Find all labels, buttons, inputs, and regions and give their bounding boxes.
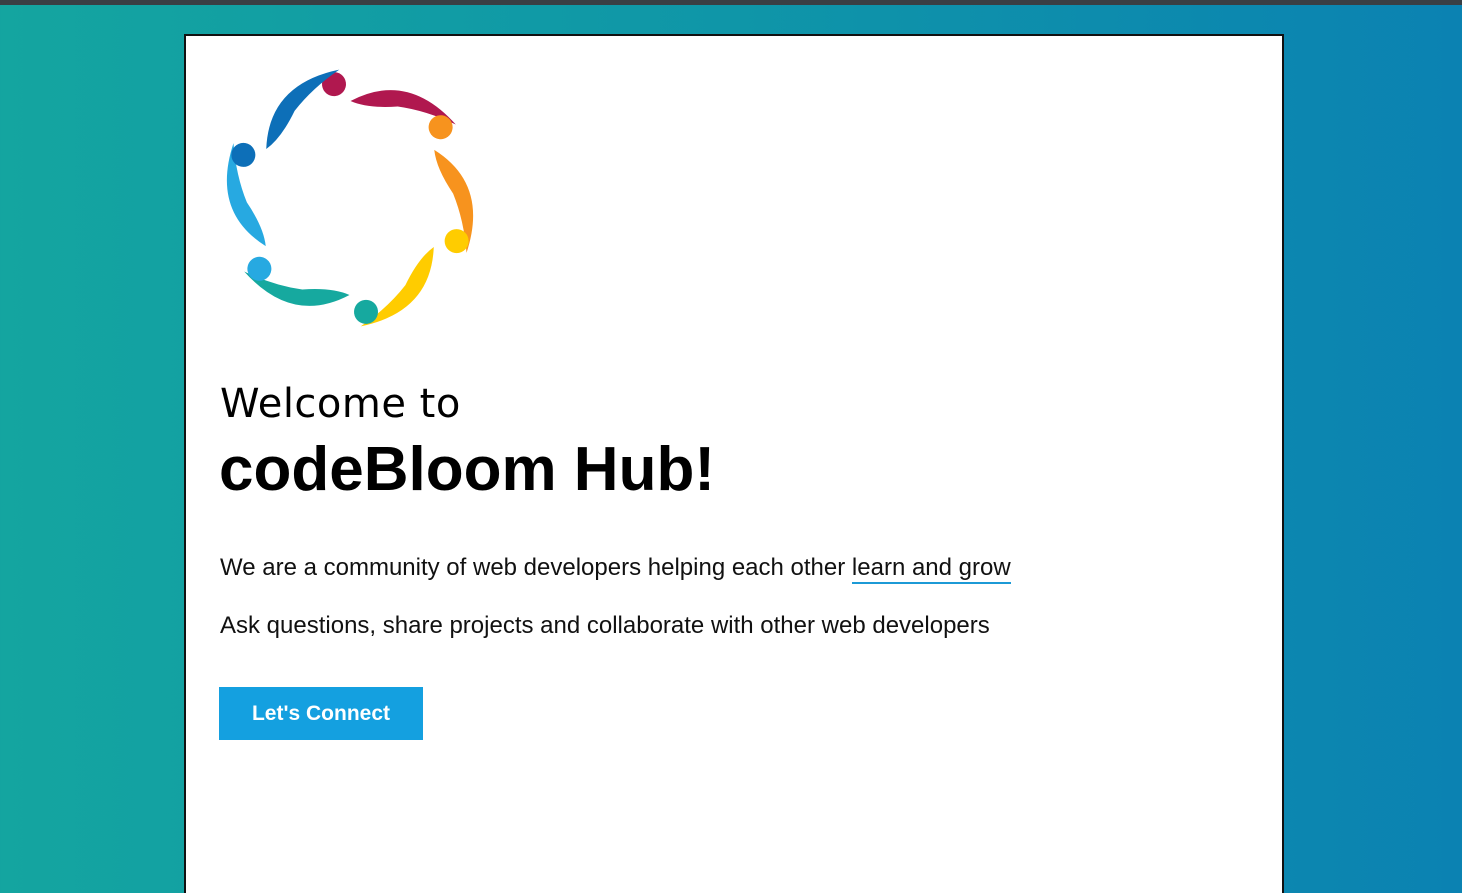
page-title: codeBloom Hub! xyxy=(219,435,715,504)
logo-person-head xyxy=(247,256,272,281)
welcome-heading: Welcome to xyxy=(220,381,461,427)
description-text: Ask questions, share projects and collab… xyxy=(220,612,990,639)
intro-text-prefix: We are a community of web developers hel… xyxy=(220,554,852,581)
logo-person-figure xyxy=(227,143,272,281)
logo-person-body xyxy=(434,149,473,253)
logo-person-head xyxy=(428,115,453,140)
learn-and-grow-link[interactable]: learn and grow xyxy=(851,554,1011,584)
logo-person-figure xyxy=(428,115,473,253)
browser-top-strip xyxy=(0,0,1462,5)
community-logo-icon xyxy=(227,69,473,327)
logo-person-body xyxy=(227,143,266,247)
intro-text: We are a community of web developers hel… xyxy=(220,553,1011,584)
lets-connect-button[interactable]: Let's Connect xyxy=(219,687,423,740)
hero-card: Welcome to codeBloom Hub! We are a commu… xyxy=(184,34,1284,893)
